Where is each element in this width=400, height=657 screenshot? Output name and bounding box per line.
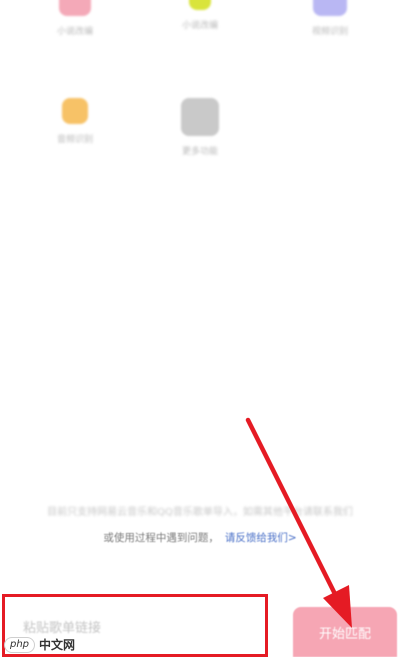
site-watermark: php 中文网 bbox=[4, 636, 75, 653]
pink-app-icon bbox=[59, 0, 91, 16]
app-label: 小说改编 bbox=[181, 21, 218, 31]
start-match-button[interactable]: 开始匹配 bbox=[293, 607, 397, 657]
problem-notice-text: 或使用过程中遇到问题， bbox=[103, 532, 219, 544]
app-tile-4[interactable]: 音频识别 bbox=[25, 98, 125, 145]
lime-app-icon bbox=[189, 0, 211, 10]
problem-notice: 或使用过程中遇到问题， 请反馈给我们> bbox=[0, 530, 400, 545]
app-tile-5[interactable]: 更多功能 bbox=[150, 98, 250, 157]
app-tile-2[interactable]: 小说改编 bbox=[150, 0, 250, 31]
watermark-badge: php bbox=[4, 636, 36, 653]
app-label: 更多功能 bbox=[181, 147, 218, 157]
blue-app-icon bbox=[313, 0, 347, 16]
app-screen: 小说改编 小说改编 视频识别 音频识别 更多功能 目前只支持网易云音乐和QQ音乐… bbox=[0, 0, 400, 657]
support-notice: 目前只支持网易云音乐和QQ音乐歌单导入，如需其他平台请联系我们 bbox=[47, 507, 353, 518]
watermark-text: 中文网 bbox=[39, 638, 76, 652]
app-tile-3[interactable]: 视频识别 bbox=[280, 0, 380, 37]
orange-app-icon bbox=[62, 98, 88, 124]
feedback-link[interactable]: 请反馈给我们> bbox=[225, 532, 297, 544]
grey-app-icon bbox=[181, 98, 219, 136]
app-label: 音频识别 bbox=[56, 135, 93, 145]
app-label: 小说改编 bbox=[56, 27, 93, 37]
app-label: 视频识别 bbox=[311, 27, 348, 37]
app-tile-1[interactable]: 小说改编 bbox=[25, 0, 125, 37]
